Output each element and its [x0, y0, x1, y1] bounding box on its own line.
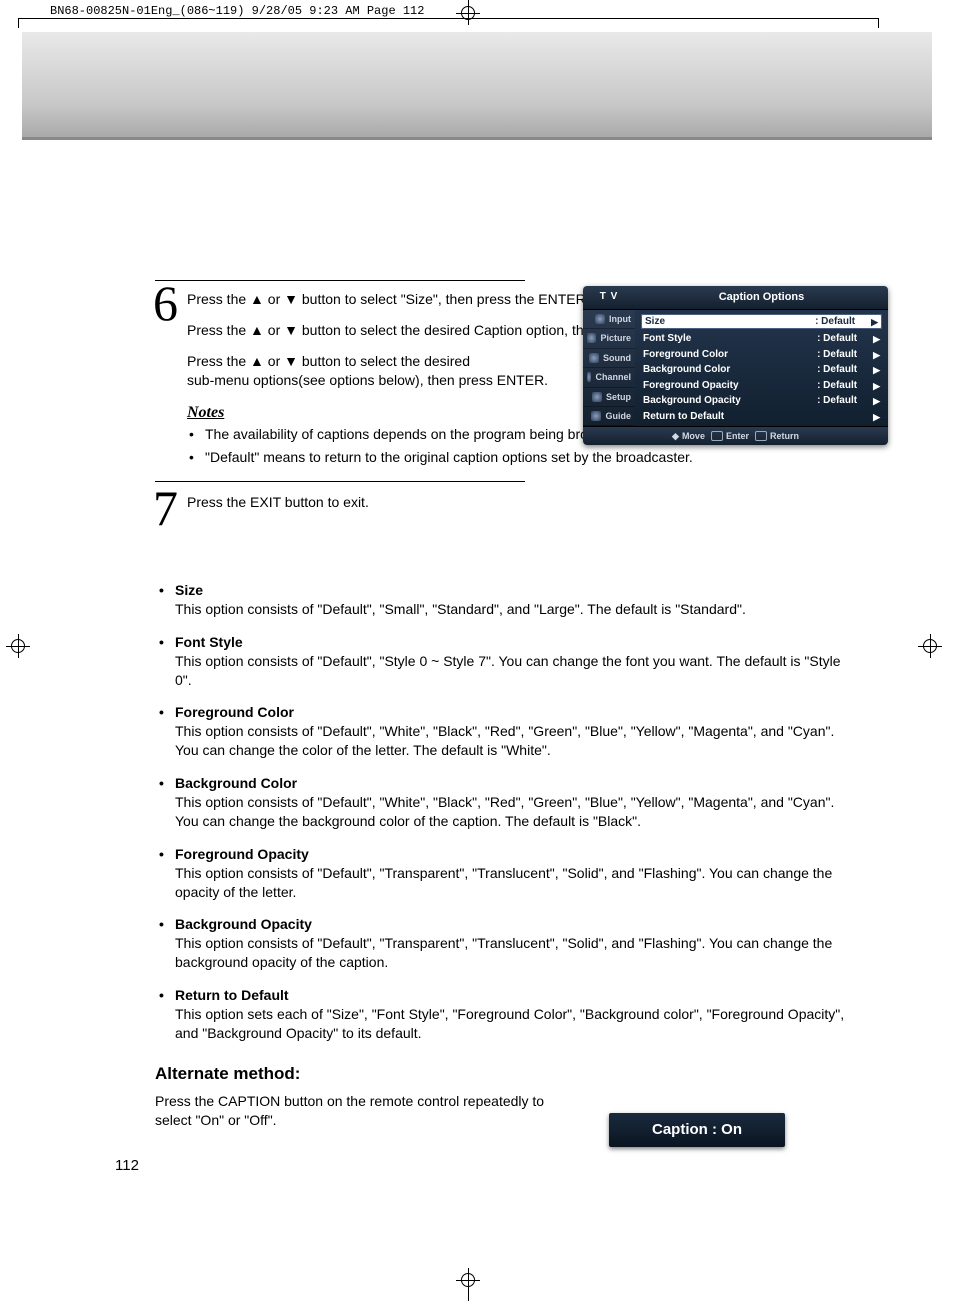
option-title: Font Style	[175, 633, 855, 652]
up-icon: ▲	[250, 353, 264, 369]
down-icon: ▼	[284, 353, 298, 369]
note-item: "Default" means to return to the origina…	[187, 448, 895, 467]
chevron-right-icon: ▶	[871, 316, 878, 328]
osd-side-channel[interactable]: Channel	[583, 368, 635, 387]
options-section: SizeThis option consists of "Default", "…	[155, 581, 855, 1130]
crop-mark	[878, 18, 879, 28]
setup-icon	[592, 392, 602, 402]
option-desc: This option sets each of "Size", "Font S…	[175, 1005, 855, 1043]
osd-row-fontstyle[interactable]: Font Style: Default▶	[641, 331, 882, 347]
option-desc: This option consists of "Default", "Whit…	[175, 722, 855, 760]
crop-mark	[468, 1288, 469, 1301]
option-desc: This option consists of "Default", "Tran…	[175, 934, 855, 972]
input-icon	[595, 314, 605, 324]
osd-main: Size: Default▶ Font Style: Default▶ Fore…	[635, 310, 888, 427]
chevron-right-icon: ▶	[873, 380, 880, 392]
step-number-6: 6	[153, 283, 187, 323]
step-number-7: 7	[153, 486, 187, 531]
page-number: 112	[115, 1156, 139, 1176]
guide-icon	[591, 411, 601, 421]
registration-mark	[458, 3, 478, 23]
option-title: Background Color	[175, 774, 855, 793]
osd-row-fgopacity[interactable]: Foreground Opacity: Default▶	[641, 378, 882, 394]
osd-title: Caption Options	[635, 286, 888, 309]
option-title: Foreground Opacity	[175, 845, 855, 864]
osd-side-input[interactable]: Input	[583, 310, 635, 329]
option-item: Foreground OpacityThis option consists o…	[155, 845, 855, 902]
crop-mark	[18, 18, 19, 28]
up-icon: ▲	[250, 291, 264, 307]
option-item: Foreground ColorThis option consists of …	[155, 703, 855, 760]
sound-icon	[589, 353, 599, 363]
registration-mark	[458, 1270, 478, 1290]
chevron-right-icon: ▶	[873, 333, 880, 345]
alternate-text: Press the CAPTION button on the remote c…	[155, 1092, 555, 1130]
osd-move-hint: ◆Move	[672, 430, 705, 442]
up-icon: ▲	[250, 322, 264, 338]
osd-row-size[interactable]: Size: Default▶	[641, 314, 882, 330]
osd-side-setup[interactable]: Setup	[583, 388, 635, 407]
option-desc: This option consists of "Default", "Styl…	[175, 652, 855, 690]
chevron-right-icon: ▶	[873, 395, 880, 407]
divider	[155, 481, 525, 482]
option-item: Background ColorThis option consists of …	[155, 774, 855, 831]
channel-icon	[587, 372, 591, 382]
updown-icon: ◆	[672, 430, 679, 442]
option-item: SizeThis option consists of "Default", "…	[155, 581, 855, 619]
page-header-bar	[22, 32, 932, 140]
picture-icon	[587, 333, 596, 343]
step-7-text: Press the EXIT button to exit.	[187, 493, 895, 512]
option-desc: This option consists of "Default", "Whit…	[175, 793, 855, 831]
option-title: Return to Default	[175, 986, 855, 1005]
option-item: Return to DefaultThis option sets each o…	[155, 986, 855, 1043]
step-7: 7 Press the EXIT button to exit.	[155, 484, 895, 531]
osd-side-guide[interactable]: Guide	[583, 407, 635, 426]
osd-header: T V Caption Options	[583, 286, 888, 310]
chevron-right-icon: ▶	[873, 349, 880, 361]
step-7-body: Press the EXIT button to exit.	[187, 488, 895, 524]
osd-menu: T V Caption Options Input Picture Sound …	[583, 286, 888, 445]
registration-mark	[920, 636, 940, 656]
osd-tv-label: T V	[583, 286, 635, 309]
osd-row-return[interactable]: Return to Default▶	[641, 409, 882, 425]
option-item: Font StyleThis option consists of "Defau…	[155, 633, 855, 690]
option-title: Background Opacity	[175, 915, 855, 934]
option-desc: This option consists of "Default", "Smal…	[175, 600, 855, 619]
osd-row-fgcolor[interactable]: Foreground Color: Default▶	[641, 347, 882, 363]
down-icon: ▼	[284, 322, 298, 338]
osd-row-bgopacity[interactable]: Background Opacity: Default▶	[641, 393, 882, 409]
chevron-right-icon: ▶	[873, 364, 880, 376]
enter-icon	[711, 431, 723, 441]
caption-indicator: Caption : On	[609, 1113, 785, 1147]
option-title: Size	[175, 581, 855, 600]
osd-footer: ◆Move Enter Return	[583, 426, 888, 445]
chevron-right-icon: ▶	[873, 411, 880, 423]
return-icon	[755, 431, 767, 441]
option-item: Background OpacityThis option consists o…	[155, 915, 855, 972]
registration-mark	[8, 636, 28, 656]
options-list: SizeThis option consists of "Default", "…	[155, 581, 855, 1043]
print-header: BN68-00825N-01Eng_(086~119) 9/28/05 9:23…	[50, 3, 424, 19]
osd-row-bgcolor[interactable]: Background Color: Default▶	[641, 362, 882, 378]
down-icon: ▼	[284, 291, 298, 307]
osd-side-picture[interactable]: Picture	[583, 329, 635, 348]
osd-sidebar: Input Picture Sound Channel Setup Guide	[583, 310, 635, 427]
option-title: Foreground Color	[175, 703, 855, 722]
crop-line	[18, 18, 878, 19]
osd-return-hint: Return	[755, 430, 799, 442]
osd-side-sound[interactable]: Sound	[583, 349, 635, 368]
alternate-heading: Alternate method:	[155, 1063, 855, 1086]
option-desc: This option consists of "Default", "Tran…	[175, 864, 855, 902]
osd-enter-hint: Enter	[711, 430, 749, 442]
